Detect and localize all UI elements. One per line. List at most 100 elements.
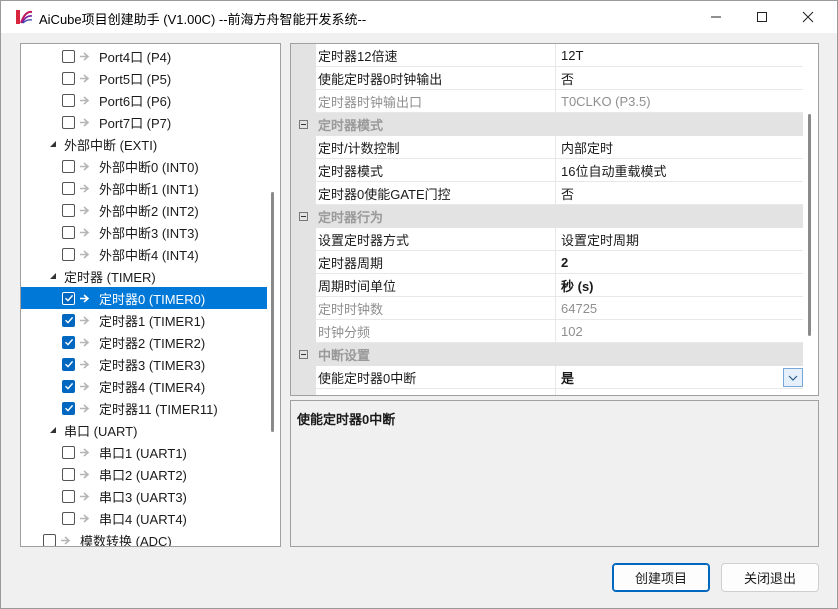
tree-item[interactable]: 模数转换 (ADC) bbox=[21, 529, 267, 547]
tree-item[interactable]: 定时器4 (TIMER4) bbox=[21, 375, 267, 397]
property-row[interactable]: 周期时间单位秒 (s) bbox=[291, 274, 803, 297]
tree-scrollbar[interactable] bbox=[268, 48, 278, 542]
property-value[interactable]: 内部定时 bbox=[556, 136, 803, 159]
property-value[interactable]: 16位自动重载模式 bbox=[556, 159, 803, 182]
property-value[interactable]: 12T bbox=[556, 44, 803, 67]
title-bar[interactable]: AiCube项目创建助手 (V1.00C) --前海方舟智能开发系统-- bbox=[1, 1, 837, 33]
property-value[interactable]: 64725 bbox=[556, 297, 803, 320]
tree-item[interactable]: Port7口 (P7) bbox=[21, 111, 267, 133]
checkbox[interactable] bbox=[62, 115, 75, 129]
expand-triangle-icon[interactable] bbox=[48, 272, 58, 280]
peripheral-tree[interactable]: Port4口 (P4) Port5口 (P5) Port6口 (P6) Port7口 … bbox=[20, 43, 281, 547]
checkbox[interactable] bbox=[62, 401, 75, 415]
close-button[interactable] bbox=[785, 1, 831, 33]
property-row[interactable]: 定时时钟数 64725 bbox=[291, 297, 803, 320]
tree-group[interactable]: 定时器 (TIMER) bbox=[21, 265, 267, 287]
collapse-minus-icon[interactable] bbox=[291, 113, 316, 136]
tree-item[interactable]: 定时器0 (TIMER0) bbox=[21, 287, 267, 309]
property-category[interactable]: 定时器模式 bbox=[291, 113, 803, 136]
checkbox[interactable] bbox=[62, 181, 75, 195]
tree-item-label: 串口3 (UART3) bbox=[99, 489, 187, 505]
property-row[interactable]: 设置定时器方式 设置定时周期 bbox=[291, 228, 803, 251]
checkbox[interactable] bbox=[62, 291, 75, 305]
property-row[interactable]: 定时器0使能GATE门控否 bbox=[291, 182, 803, 205]
tree-item-label: 模数转换 (ADC) bbox=[80, 533, 172, 547]
property-value[interactable]: 否 bbox=[556, 182, 803, 205]
checkbox[interactable] bbox=[62, 467, 75, 481]
tree-group[interactable]: 串口 (UART) bbox=[21, 419, 267, 441]
property-scrollbar[interactable] bbox=[804, 48, 816, 393]
property-row[interactable]: 定时器时钟输出口 T0CLKO (P3.5) bbox=[291, 90, 803, 113]
property-row[interactable]: 定时器周期 2 bbox=[291, 251, 803, 274]
tree-item[interactable]: Port6口 (P6) bbox=[21, 89, 267, 111]
tree-item[interactable]: 外部中断4 (INT4) bbox=[21, 243, 267, 265]
checkbox[interactable] bbox=[62, 379, 75, 393]
property-value[interactable]: 102 bbox=[556, 320, 803, 343]
tree-item-label: 定时器3 (TIMER3) bbox=[99, 357, 206, 373]
property-value-text: 内部定时 bbox=[561, 140, 614, 156]
tree-scrollbar-thumb[interactable] bbox=[271, 192, 274, 432]
tree-item[interactable]: 串口3 (UART3) bbox=[21, 485, 267, 507]
property-row[interactable]: 定时器12倍速 12T bbox=[291, 44, 803, 67]
collapse-minus-icon[interactable] bbox=[291, 205, 316, 228]
collapse-minus-icon[interactable] bbox=[291, 343, 316, 366]
tree-group[interactable]: 外部中断 (EXTI) bbox=[21, 133, 267, 155]
checkbox[interactable] bbox=[62, 49, 75, 63]
tree-item[interactable]: 外部中断1 (INT1) bbox=[21, 177, 267, 199]
tree-item[interactable]: 串口1 (UART1) bbox=[21, 441, 267, 463]
property-value[interactable]: 否 bbox=[556, 67, 803, 90]
checkbox[interactable] bbox=[62, 225, 75, 239]
tree-item[interactable]: 外部中断0 (INT0) bbox=[21, 155, 267, 177]
property-value[interactable]: 设置定时周期 bbox=[556, 228, 803, 251]
tree-item[interactable]: Port5口 (P5) bbox=[21, 67, 267, 89]
property-row[interactable]: 时钟分频 102 bbox=[291, 320, 803, 343]
property-grid[interactable]: 定时器12倍速 12T 使能定时器0时钟输出否定时器时钟输出口 T0CLKO (P3.… bbox=[290, 43, 819, 396]
tree-item[interactable]: 定时器2 (TIMER2) bbox=[21, 331, 267, 353]
checkbox[interactable] bbox=[62, 511, 75, 525]
checkbox[interactable] bbox=[62, 247, 75, 261]
property-row-partial[interactable] bbox=[291, 389, 803, 395]
checkbox[interactable] bbox=[62, 71, 75, 85]
value-dropdown-button[interactable] bbox=[783, 368, 803, 387]
checkmark-icon bbox=[64, 404, 73, 412]
property-scrollbar-thumb[interactable] bbox=[808, 114, 811, 336]
checkbox[interactable] bbox=[62, 335, 75, 349]
property-row[interactable]: 定时器模式 16位自动重载模式 bbox=[291, 159, 803, 182]
property-value[interactable]: 秒 (s) bbox=[556, 274, 803, 297]
tree-item[interactable]: 串口4 (UART4) bbox=[21, 507, 267, 529]
property-value[interactable]: 2 bbox=[556, 251, 803, 274]
property-name: 定时器周期 bbox=[316, 251, 556, 274]
checkbox[interactable] bbox=[62, 489, 75, 503]
checkbox[interactable] bbox=[43, 533, 56, 546]
property-category[interactable]: 定时器行为 bbox=[291, 205, 803, 228]
tree-item-label: Port4口 (P4) bbox=[99, 49, 172, 65]
tree-item[interactable]: Port4口 (P4) bbox=[21, 45, 267, 67]
checkbox[interactable] bbox=[62, 93, 75, 107]
expand-triangle-icon[interactable] bbox=[48, 426, 58, 434]
tree-item[interactable]: 串口2 (UART2) bbox=[21, 463, 267, 485]
tree-item[interactable]: 定时器11 (TIMER11) bbox=[21, 397, 267, 419]
property-value[interactable]: 是 bbox=[556, 366, 803, 389]
property-value-text: 秒 (s) bbox=[561, 278, 594, 294]
minimize-button[interactable] bbox=[693, 1, 739, 33]
property-category[interactable]: 中断设置 bbox=[291, 343, 803, 366]
property-name: 定时器0使能GATE门控 bbox=[316, 182, 556, 205]
checkbox[interactable] bbox=[62, 313, 75, 327]
checkbox[interactable] bbox=[62, 159, 75, 173]
checkbox[interactable] bbox=[62, 357, 75, 371]
right-arrow-icon bbox=[80, 227, 92, 237]
maximize-button[interactable] bbox=[739, 1, 785, 33]
property-row[interactable]: 定时/计数控制 内部定时 bbox=[291, 136, 803, 159]
property-value[interactable]: T0CLKO (P3.5) bbox=[556, 90, 803, 113]
property-row[interactable]: 使能定时器0中断是 bbox=[291, 366, 803, 389]
tree-item[interactable]: 外部中断2 (INT2) bbox=[21, 199, 267, 221]
checkbox[interactable] bbox=[62, 203, 75, 217]
tree-item[interactable]: 定时器1 (TIMER1) bbox=[21, 309, 267, 331]
create-project-button[interactable]: 创建项目 bbox=[612, 563, 710, 592]
tree-item[interactable]: 外部中断3 (INT3) bbox=[21, 221, 267, 243]
tree-item[interactable]: 定时器3 (TIMER3) bbox=[21, 353, 267, 375]
property-row[interactable]: 使能定时器0时钟输出否 bbox=[291, 67, 803, 90]
expand-triangle-icon[interactable] bbox=[48, 140, 58, 148]
close-exit-button[interactable]: 关闭退出 bbox=[721, 563, 819, 592]
checkbox[interactable] bbox=[62, 445, 75, 459]
